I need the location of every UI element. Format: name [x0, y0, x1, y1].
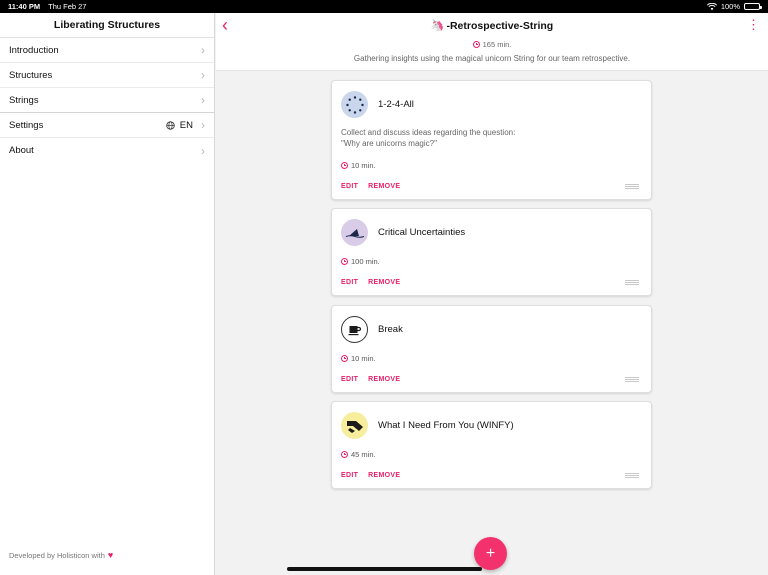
structure-name: Critical Uncertainties [378, 227, 466, 238]
status-time: 11:40 PM [8, 2, 41, 11]
remove-button[interactable]: REMOVE [368, 376, 400, 383]
card-actions: EDIT REMOVE [341, 279, 400, 286]
chevron-right-icon: › [201, 118, 205, 132]
developer-credit: Developed by Holisticon with ♥ [9, 550, 113, 560]
remove-button[interactable]: REMOVE [368, 183, 400, 190]
structure-card[interactable]: Break 10 min. EDIT REMOVE [331, 305, 652, 393]
add-structure-button[interactable]: + [474, 537, 507, 570]
sidebar-item-label: Structures [9, 69, 53, 81]
structure-card[interactable]: What I Need From You (WINFY) 45 min. EDI… [331, 401, 652, 489]
sidebar-item-label: Strings [9, 94, 39, 106]
sidebar-item-label: Settings [9, 119, 44, 131]
wifi-icon [706, 2, 717, 10]
edit-button[interactable]: EDIT [341, 376, 358, 383]
home-indicator[interactable] [287, 567, 482, 571]
clock-icon [341, 451, 348, 458]
shark-fin-icon [341, 219, 368, 246]
coffee-cup-icon [341, 316, 368, 343]
structure-duration: 10 min. [341, 161, 376, 170]
chevron-right-icon: › [201, 93, 205, 107]
more-options-icon[interactable]: ⋮ [747, 17, 760, 33]
battery-percent: 100% [720, 2, 740, 11]
chevron-right-icon: › [201, 143, 205, 158]
status-date: Thu Feb 27 [48, 2, 87, 11]
heart-icon: ♥ [107, 550, 114, 560]
page-title-text: -Retrospective-String [446, 19, 554, 32]
clock-icon [472, 41, 480, 48]
page-title: 🦄 -Retrospective-String [216, 19, 768, 33]
structure-duration: 45 min. [341, 450, 376, 459]
edit-button[interactable]: EDIT [341, 183, 358, 190]
structure-description: Collect and discuss ideas regarding the … [341, 128, 515, 149]
drag-handle[interactable] [625, 184, 639, 189]
structure-name: Break [378, 324, 403, 335]
structure-duration-text: 100 min. [351, 257, 380, 266]
chevron-right-icon: › [201, 43, 205, 57]
structure-card[interactable]: Critical Uncertainties 100 min. EDIT REM… [331, 208, 652, 296]
remove-button[interactable]: REMOVE [368, 472, 400, 479]
total-duration-text: 165 min. [482, 40, 512, 49]
sidebar-item-label: About [9, 145, 34, 156]
main-content: ‹ 🦄 -Retrospective-String ⋮ 165 min. Gat… [216, 13, 768, 575]
structure-card[interactable]: 1-2-4-All Collect and discuss ideas rega… [331, 80, 652, 200]
structure-duration-text: 10 min. [351, 161, 376, 170]
sidebar-item-structures[interactable]: Structures › [0, 63, 214, 88]
drag-handle[interactable] [625, 473, 639, 478]
total-duration: 165 min. [216, 40, 768, 49]
card-actions: EDIT REMOVE [341, 472, 400, 479]
structure-name: 1-2-4-All [378, 99, 414, 110]
drag-handle[interactable] [625, 280, 639, 285]
language-value: EN [179, 119, 193, 131]
unicorn-icon: 🦄 [430, 20, 445, 32]
string-header: ‹ 🦄 -Retrospective-String ⋮ 165 min. Gat… [216, 13, 768, 71]
structure-duration-text: 10 min. [351, 354, 376, 363]
description-line: "Why are unicorns magic?" [341, 138, 437, 148]
clock-icon [341, 258, 348, 265]
string-description: Gathering insights using the magical uni… [353, 54, 631, 63]
developer-credit-text: Developed by Holisticon with [9, 550, 105, 560]
sidebar-item-settings[interactable]: Settings EN › [0, 113, 214, 138]
edit-button[interactable]: EDIT [341, 472, 358, 479]
sidebar-item-about[interactable]: About › [0, 138, 214, 163]
clock-icon [341, 355, 348, 362]
sidebar: Liberating Structures Introduction › Str… [0, 13, 215, 575]
edit-button[interactable]: EDIT [341, 279, 358, 286]
status-bar: 11:40 PM Thu Feb 27 100% [0, 0, 768, 13]
card-actions: EDIT REMOVE [341, 376, 400, 383]
sidebar-item-introduction[interactable]: Introduction › [0, 38, 214, 63]
clock-icon [341, 162, 348, 169]
remove-button[interactable]: REMOVE [368, 279, 400, 286]
structure-duration: 10 min. [341, 354, 376, 363]
battery-icon [744, 3, 762, 10]
sidebar-title: Liberating Structures [0, 13, 214, 38]
language-indicator: EN [166, 120, 193, 131]
sidebar-item-label: Introduction [9, 44, 59, 56]
card-actions: EDIT REMOVE [341, 183, 400, 190]
structure-duration: 100 min. [341, 257, 380, 266]
sidebar-item-strings[interactable]: Strings › [0, 88, 214, 113]
chevron-right-icon: › [201, 68, 205, 82]
structure-name: What I Need From You (WINFY) [378, 420, 514, 431]
globe-icon [166, 120, 175, 130]
structure-duration-text: 45 min. [351, 450, 376, 459]
status-right: 100% [706, 2, 762, 11]
hands-icon [341, 412, 368, 439]
drag-handle[interactable] [625, 377, 639, 382]
description-line: Collect and discuss ideas regarding the … [341, 128, 516, 137]
circle-dots-icon [341, 91, 368, 118]
